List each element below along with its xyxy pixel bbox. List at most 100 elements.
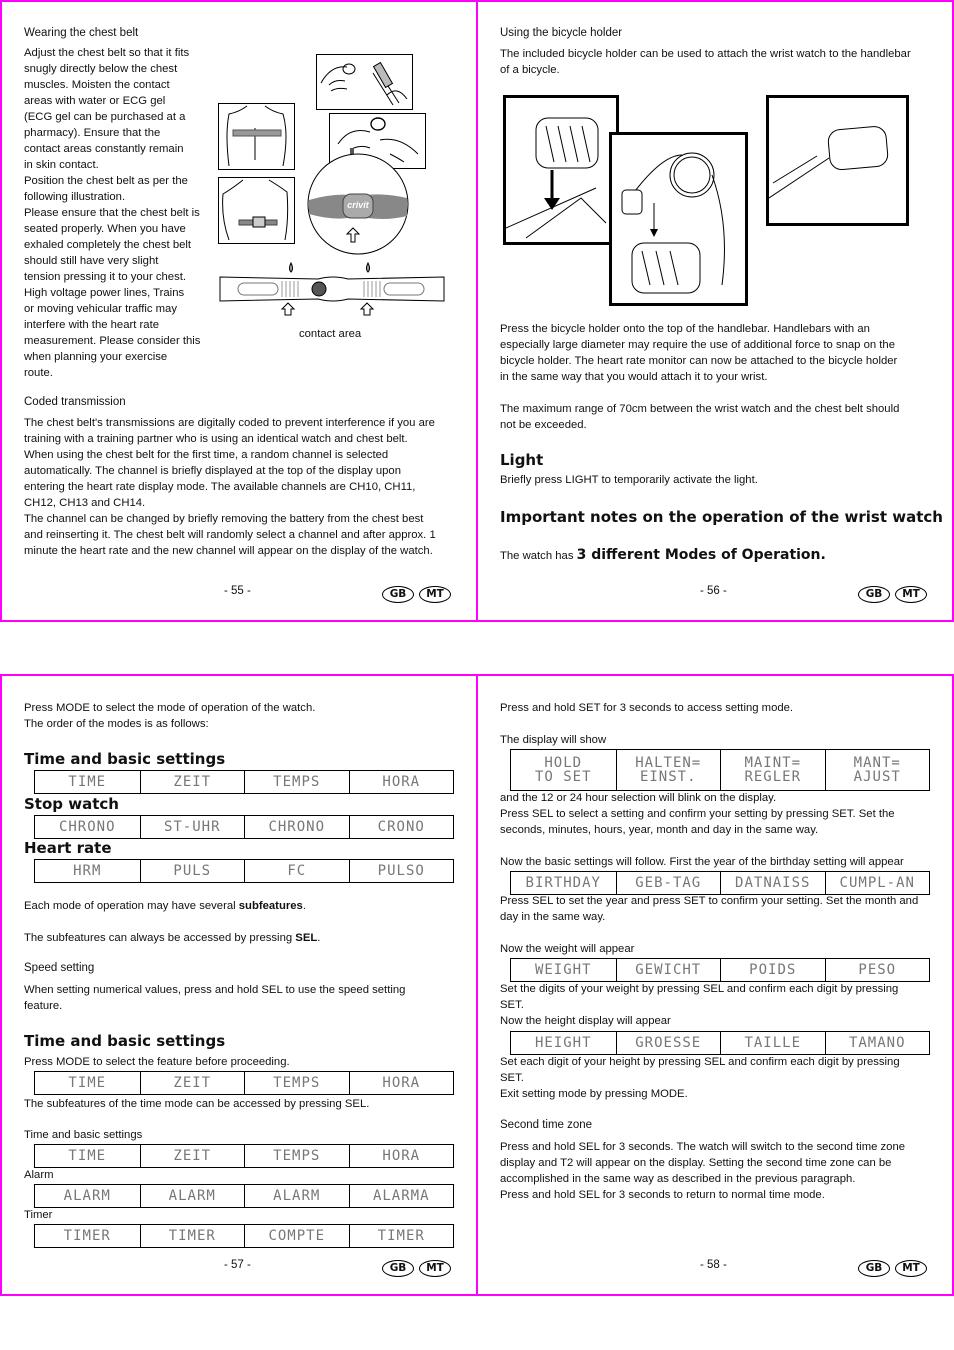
text-line: pharmacy). Ensure that the xyxy=(24,127,161,139)
subfeatures-bold: subfeatures xyxy=(238,900,303,912)
badge-gb: GB xyxy=(382,586,414,603)
lcd-cell: ZEIT xyxy=(139,1145,245,1167)
text-line: exhaled completely the chest belt xyxy=(24,239,192,251)
text-fragment: for 3 seconds to return to normal time m… xyxy=(599,1189,825,1201)
illustration-watch-onto-holder xyxy=(609,132,748,306)
lcd-cell: CHRONO xyxy=(244,816,349,838)
page-56: Using the bicycle holder The included bi… xyxy=(476,0,954,622)
text-fragment: to confirm your setting. Set the month a… xyxy=(705,895,919,907)
lcd-row-birthday: BIRTHDAY GEB-TAG DATNAISS CUMPL-AN xyxy=(510,871,930,895)
text-fragment: to use the speed setting xyxy=(282,984,406,996)
text-line: automatically. The channel is briefly di… xyxy=(24,465,402,477)
text-fragment: The subfeatures can always be accessed b… xyxy=(24,932,296,944)
mode-intro: Press MODE to select the mode of operati… xyxy=(24,700,315,732)
text-line: minute the heart rate and the new channe… xyxy=(24,545,433,557)
language-badges: GB MT xyxy=(858,1260,927,1277)
illustration-holder-on-handlebar xyxy=(766,95,909,226)
text-line: Press SEL to select a setting and confir… xyxy=(500,806,940,822)
mode-title-time: Time and basic settings xyxy=(24,750,226,768)
lcd-cell: HORA xyxy=(348,1072,454,1094)
lcd-cell: TIME xyxy=(68,1075,107,1091)
lcd-cell: DATNAISS xyxy=(720,872,825,894)
badge-gb: GB xyxy=(858,1260,890,1277)
weight-appear-text: Now the weight will appear xyxy=(500,943,635,955)
text-line: SET. xyxy=(500,997,940,1013)
text-line: Set the digits of your weight by pressin… xyxy=(500,981,940,997)
badge-mt: MT xyxy=(419,586,451,603)
lcd-cell: CRONO xyxy=(348,816,454,838)
text-fragment: Briefly press xyxy=(500,474,566,486)
section-title-bicycle-holder: Using the bicycle holder xyxy=(500,27,623,39)
text-fragment: . xyxy=(520,1072,524,1084)
text-line: feature. xyxy=(24,1000,63,1012)
key-mode: MODE xyxy=(56,1056,90,1068)
text-fragment: for 3 seconds to access setting mode. xyxy=(600,702,794,714)
key-sel: SEL xyxy=(532,808,553,820)
language-badges: GB MT xyxy=(858,586,927,603)
access-text: The subfeatures can always be accessed b… xyxy=(24,930,320,946)
lcd-row-time: TIME ZEIT TEMPS HORA xyxy=(34,770,454,794)
brand-label: crivit xyxy=(347,200,370,210)
text-fragment: and confirm each digit by pressing xyxy=(723,983,899,995)
text-fragment: to temporarily activate the light. xyxy=(598,474,758,486)
lcd-cell: ALARM xyxy=(139,1185,245,1207)
text-fragment: The subfeatures of the time mode can be … xyxy=(24,1098,345,1110)
key-sel: SEL xyxy=(344,1098,367,1110)
text-fragment: Press xyxy=(24,1056,57,1068)
text-fragment: Press and hold xyxy=(500,702,579,714)
page-57: Press MODE to select the mode of operati… xyxy=(0,674,478,1296)
page-58: Press and hold SET for 3 seconds to acce… xyxy=(476,674,954,1296)
lcd-cell: ALARM xyxy=(244,1185,349,1207)
lcd-cell: TEMPS xyxy=(244,771,349,793)
lcd-cell: TEMPS xyxy=(244,1145,349,1167)
badge-gb: GB xyxy=(382,1260,414,1277)
lcd-cell: POIDS xyxy=(720,959,825,981)
text-line: and reinserting it. The chest belt will … xyxy=(24,529,436,541)
text-line: Now the height display will appear xyxy=(500,1015,671,1027)
key-mode: MODE xyxy=(650,1088,685,1100)
text-fragment: . xyxy=(684,1088,688,1100)
section-title-important-notes: Important notes on the operation of the … xyxy=(500,508,943,526)
press-holder-text: Press the bicycle holder onto the top of… xyxy=(500,321,940,385)
badge-mt: MT xyxy=(895,1260,927,1277)
text-fragment: . Set the xyxy=(852,808,895,820)
text-line: When using the chest belt for the first … xyxy=(24,449,389,461)
lcd-row-stopwatch: CHRONO ST-UHR CHRONO CRONO xyxy=(34,815,454,839)
lcd-row-time-feature: TIME ZEIT TEMPS HORA xyxy=(34,1071,454,1095)
text-fragment: Set the digits of your weight by pressin… xyxy=(500,983,703,995)
key-set: SET xyxy=(683,895,706,907)
text-line: SET. xyxy=(500,1070,940,1086)
badge-mt: MT xyxy=(895,586,927,603)
text-line: The maximum range of 70cm between the wr… xyxy=(500,403,900,415)
language-badges: GB MT xyxy=(382,586,451,603)
text-line: Please ensure that the chest belt is xyxy=(24,207,200,219)
text-line: CH12, CH13 and CH14. xyxy=(24,497,146,509)
speed-setting-text: When setting numerical values, press and… xyxy=(24,982,405,1014)
text-line: The order of the modes is as follows: xyxy=(24,718,209,730)
text-line: interfere with the heart rate xyxy=(24,319,160,331)
text-line: especially large diameter may require th… xyxy=(500,339,895,351)
max-range-text: The maximum range of 70cm between the wr… xyxy=(500,401,940,433)
second-time-zone-text: Press and hold SEL for 3 seconds. The wa… xyxy=(500,1139,940,1203)
key-light: LIGHT xyxy=(565,474,599,486)
year-setting-text: Press SEL to set the year and press SET … xyxy=(500,893,940,925)
text-line: Press MODE to select the mode of operati… xyxy=(24,700,315,716)
language-badges: GB MT xyxy=(382,1260,451,1277)
lcd-cell: TIME xyxy=(68,774,107,790)
page-number: - 58 - xyxy=(700,1259,727,1271)
key-sel: SEL xyxy=(295,932,318,944)
text-fragment: Set each digit of your height by pressin… xyxy=(500,1056,705,1068)
key-set: SET xyxy=(500,999,521,1011)
time-subfeatures-text: The subfeatures of the time mode can be … xyxy=(24,1096,369,1112)
text-fragment: . xyxy=(302,900,306,912)
lcd-cell: ALARM xyxy=(63,1188,111,1204)
lcd-cell: ST-UHR xyxy=(139,816,245,838)
key-set: SET xyxy=(500,1072,521,1084)
lcd-cell: HRM xyxy=(73,863,102,879)
lcd-cell: GROESSE xyxy=(615,1032,721,1054)
key-sel: SEL xyxy=(261,984,283,996)
section-title-coded-transmission: Coded transmission xyxy=(24,396,126,408)
text-line: snugly directly below the chest xyxy=(24,63,178,75)
text-fragment: Press and hold xyxy=(500,1141,579,1153)
contact-area-label: contact area xyxy=(299,328,362,340)
